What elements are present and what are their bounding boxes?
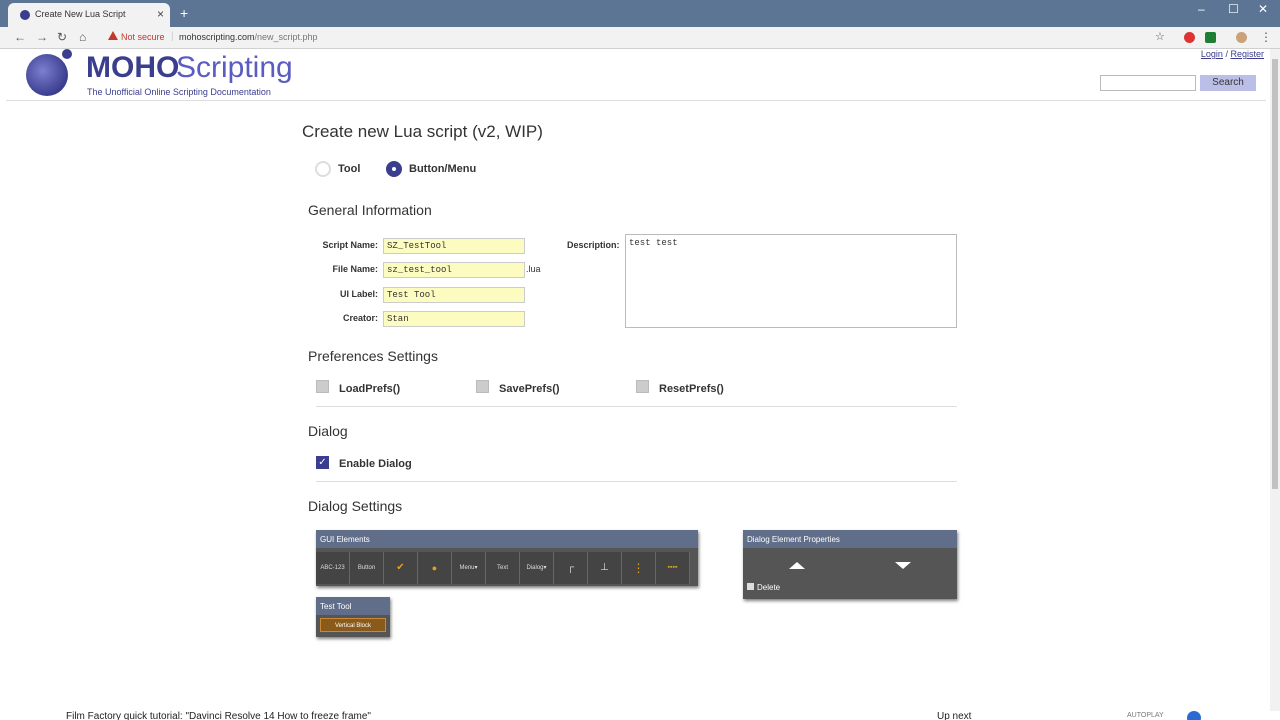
divider	[316, 481, 957, 482]
new-tab-icon[interactable]: +	[180, 5, 188, 21]
enable-dialog-checkbox[interactable]: ✓	[316, 456, 329, 469]
creator-label: Creator:	[342, 313, 378, 323]
video-footer-strip: Film Factory quick tutorial: "Davinci Re…	[0, 711, 1280, 720]
ui-label-label: UI Label:	[339, 289, 378, 299]
vertical-block-element-button[interactable]: ⋮	[622, 552, 656, 584]
description-textarea[interactable]: test test	[625, 234, 957, 328]
warning-icon	[108, 31, 118, 40]
auth-links: Login / Register	[1201, 49, 1264, 59]
autoplay-toggle[interactable]	[1187, 711, 1201, 720]
reset-prefs-label[interactable]: ResetPrefs()	[659, 383, 724, 395]
register-link[interactable]: Register	[1230, 49, 1264, 59]
profile-avatar-icon[interactable]	[1236, 32, 1247, 43]
delete-label[interactable]: Delete	[757, 583, 780, 592]
ui-label-input[interactable]: Test Tool	[383, 287, 525, 303]
login-link[interactable]: Login	[1201, 49, 1223, 59]
general-info-heading: General Information	[308, 202, 432, 218]
delete-checkbox[interactable]	[747, 583, 754, 590]
autoplay-label: AUTOPLAY	[1127, 712, 1164, 719]
tool-radio[interactable]	[315, 161, 331, 177]
search-button[interactable]: Search	[1200, 75, 1256, 91]
divider	[316, 406, 957, 407]
divider-element-button[interactable]: ⊥	[588, 552, 622, 584]
file-name-input[interactable]: sz_test_tool	[383, 262, 525, 278]
up-next-label: Up next	[937, 711, 972, 720]
button-element-button[interactable]: Button	[350, 552, 384, 584]
creator-input[interactable]: Stan	[383, 311, 525, 327]
favicon-icon	[20, 10, 30, 20]
minimize-icon[interactable]: –	[1198, 2, 1205, 16]
menu-element-button[interactable]: Menu▾	[452, 552, 486, 584]
gui-elements-title: GUI Elements	[316, 530, 698, 548]
bookmark-star-icon[interactable]: ☆	[1155, 30, 1165, 43]
logo-dot	[62, 49, 72, 59]
file-name-label: File Name:	[332, 264, 378, 274]
file-extension: .lua	[526, 264, 541, 274]
textfield-element-button[interactable]: ABC-123	[316, 552, 350, 584]
enable-dialog-label[interactable]: Enable Dialog	[339, 458, 412, 470]
scrollbar-thumb[interactable]	[1272, 59, 1278, 489]
save-prefs-checkbox[interactable]	[476, 380, 489, 393]
checkbox-element-button[interactable]: ✔	[384, 552, 418, 584]
test-tool-dialog-preview: Test Tool Vertical Block	[316, 597, 390, 637]
url-domain: mohoscripting.com	[179, 32, 255, 42]
gui-elements-panel: GUI Elements ABC-123 Button ✔ ● Menu▾ Te…	[316, 530, 698, 586]
vertical-block-element[interactable]: Vertical Block	[320, 618, 386, 632]
url-path: /new_script.php	[254, 32, 318, 42]
group-element-button[interactable]: ┌	[554, 552, 588, 584]
moho-logo-icon[interactable]	[26, 54, 68, 96]
tool-radio-label[interactable]: Tool	[338, 163, 360, 175]
load-prefs-checkbox[interactable]	[316, 380, 329, 393]
test-tool-title: Test Tool	[316, 597, 390, 615]
move-down-icon[interactable]	[895, 562, 911, 569]
reload-icon[interactable]: ↻	[57, 30, 67, 44]
page-scrollbar[interactable]	[1270, 49, 1280, 711]
dialog-heading: Dialog	[308, 423, 348, 439]
save-prefs-label[interactable]: SavePrefs()	[499, 383, 560, 395]
description-label: Description:	[567, 240, 620, 250]
reset-prefs-checkbox[interactable]	[636, 380, 649, 393]
horizontal-block-element-button[interactable]: ▪▪▪▪	[656, 552, 690, 584]
button-menu-radio[interactable]	[386, 161, 402, 177]
site-header: MOHO Scripting The Unofficial Online Scr…	[6, 49, 1266, 101]
address-divider: |	[171, 31, 174, 42]
maximize-icon[interactable]: ☐	[1228, 2, 1239, 16]
site-tagline: The Unofficial Online Scripting Document…	[87, 87, 271, 97]
not-secure-label[interactable]: Not secure	[121, 32, 165, 42]
script-name-input[interactable]: SZ_TestTool	[383, 238, 525, 254]
opera-extension-icon[interactable]	[1184, 32, 1195, 43]
url-text[interactable]: mohoscripting.com/new_script.php	[179, 32, 318, 42]
dialog-properties-title: Dialog Element Properties	[743, 530, 957, 548]
browser-tab-bar: Create New Lua Script × + – ☐ ✕	[0, 0, 1280, 27]
close-window-icon[interactable]: ✕	[1258, 2, 1268, 16]
back-icon[interactable]: ←	[14, 30, 26, 44]
page-title: Create new Lua script (v2, WIP)	[302, 122, 543, 141]
search-input[interactable]	[1100, 75, 1196, 91]
button-menu-radio-label[interactable]: Button/Menu	[409, 163, 476, 175]
dialog-settings-heading: Dialog Settings	[308, 498, 403, 514]
move-up-icon[interactable]	[789, 562, 805, 569]
forward-icon[interactable]: →	[36, 30, 48, 44]
radio-element-button[interactable]: ●	[418, 552, 452, 584]
dialog-element-button[interactable]: Dialog▾	[520, 552, 554, 584]
close-tab-icon[interactable]: ×	[157, 7, 164, 21]
address-bar: ← → ↻ ⌂ Not secure | mohoscripting.com/n…	[0, 27, 1280, 49]
brand-moho[interactable]: MOHO	[86, 51, 179, 85]
auth-separator: /	[1225, 49, 1228, 59]
dialog-properties-panel: Dialog Element Properties Delete	[743, 530, 957, 599]
page-content: MOHO Scripting The Unofficial Online Scr…	[0, 49, 1270, 711]
brand-scripting[interactable]: Scripting	[176, 51, 293, 85]
load-prefs-label[interactable]: LoadPrefs()	[339, 383, 400, 395]
script-name-label: Script Name:	[322, 240, 378, 250]
menu-kebab-icon[interactable]: ⋮	[1260, 30, 1272, 44]
home-icon[interactable]: ⌂	[79, 30, 86, 44]
preferences-heading: Preferences Settings	[308, 348, 438, 364]
tab-title: Create New Lua Script	[35, 9, 126, 19]
excel-extension-icon[interactable]	[1205, 32, 1216, 43]
gui-elements-row: ABC-123 Button ✔ ● Menu▾ Text Dialog▾ ┌ …	[316, 552, 690, 586]
text-element-button[interactable]: Text	[486, 552, 520, 584]
video-title[interactable]: Film Factory quick tutorial: "Davinci Re…	[66, 711, 371, 720]
browser-tab[interactable]: Create New Lua Script ×	[8, 3, 170, 27]
